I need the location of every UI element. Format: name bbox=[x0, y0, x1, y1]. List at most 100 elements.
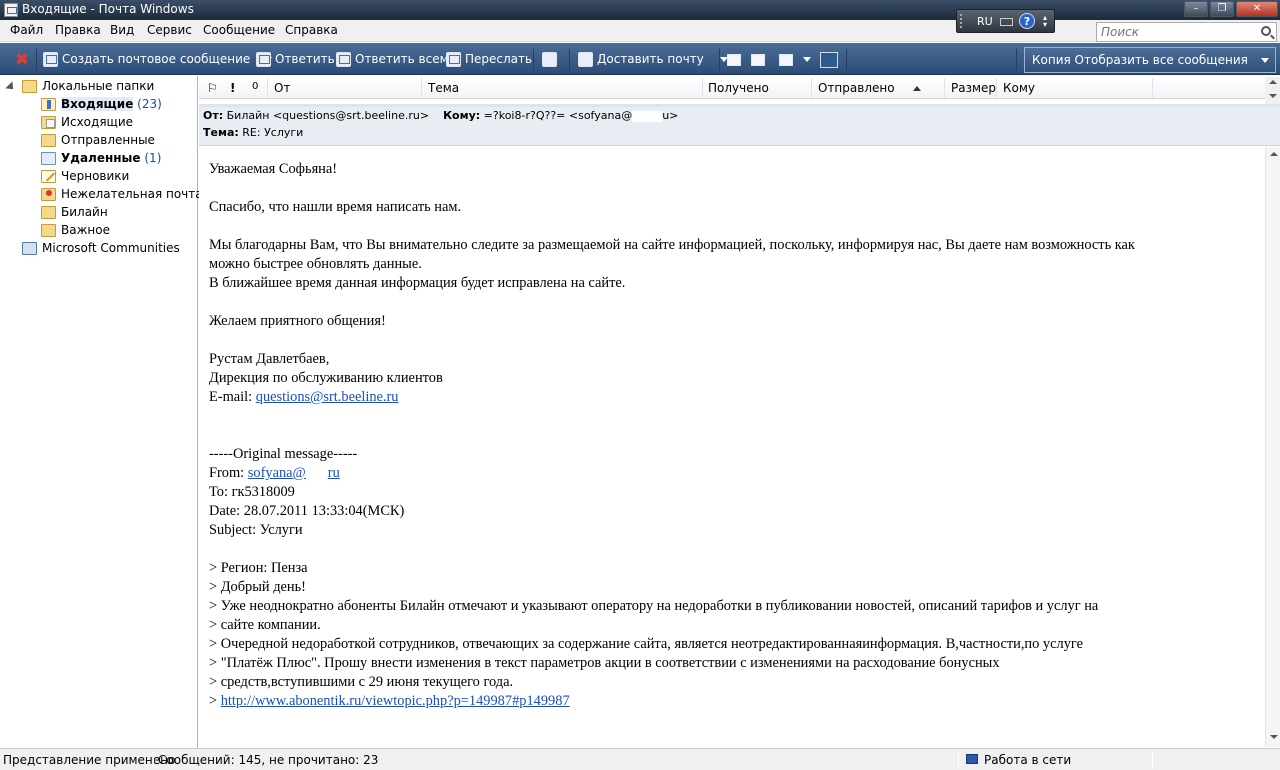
wish-line: Желаем приятного общения! bbox=[209, 313, 386, 329]
menu-view[interactable]: Вид bbox=[110, 23, 134, 37]
column-from[interactable]: От bbox=[274, 81, 290, 95]
column-flag[interactable]: ⚐ bbox=[207, 81, 218, 95]
message-body: Уважаемая Софьяна! Спасибо, что нашли вр… bbox=[199, 147, 1265, 747]
search-input[interactable] bbox=[1097, 23, 1247, 41]
body-line: Мы благодарны Вам, что Вы внимательно сл… bbox=[209, 237, 1135, 253]
quote-line: > средств,вступившими с 29 июня текущего… bbox=[209, 674, 514, 690]
delete-icon[interactable]: ✖ bbox=[14, 52, 30, 69]
folder-label: Локальные папки bbox=[42, 79, 155, 93]
reply-button[interactable]: Ответить bbox=[256, 47, 335, 71]
to-value-end[interactable]: u> bbox=[662, 109, 678, 122]
folder-label: Microsoft Communities bbox=[42, 241, 180, 255]
column-received[interactable]: Получено bbox=[708, 81, 769, 95]
language-bar[interactable]: RU ? ▴ ▾ bbox=[956, 9, 1055, 33]
chevron-down-icon[interactable] bbox=[1261, 58, 1269, 63]
deliver-mail-button[interactable]: Доставить почту bbox=[578, 47, 728, 71]
from-label: От: bbox=[203, 109, 224, 122]
print-icon bbox=[542, 52, 557, 67]
scroll-down-icon[interactable] bbox=[1270, 735, 1278, 739]
message-list-scrollbar[interactable] bbox=[1265, 77, 1280, 104]
column-priority[interactable]: ! bbox=[230, 81, 235, 95]
folder-label: Билайн bbox=[61, 205, 108, 219]
options-icon[interactable]: ▴ ▾ bbox=[1043, 14, 1047, 29]
scroll-down-icon[interactable] bbox=[1269, 94, 1277, 98]
folder-communities[interactable]: Microsoft Communities bbox=[22, 239, 180, 257]
menu-help[interactable]: Справка bbox=[285, 23, 338, 37]
original-from-start: sofyana@ bbox=[247, 465, 306, 481]
create-message-button[interactable]: Создать почтовое сообщение bbox=[43, 47, 273, 71]
original-from-end: ru bbox=[327, 465, 340, 481]
forward-button[interactable]: Переслать bbox=[446, 47, 532, 71]
quote-link-prefix: > bbox=[209, 693, 221, 709]
scroll-up-icon[interactable] bbox=[1270, 152, 1278, 156]
calendar-icon[interactable] bbox=[751, 54, 765, 66]
folder-label: Входящие bbox=[61, 97, 134, 111]
redacted-block bbox=[632, 110, 663, 122]
layout-icon[interactable] bbox=[820, 52, 838, 68]
thanks-line: Спасибо, что нашли время написать нам. bbox=[209, 199, 462, 215]
chevron-down-icon[interactable] bbox=[803, 57, 811, 62]
search-box[interactable] bbox=[1096, 22, 1277, 42]
column-to[interactable]: Кому bbox=[1003, 81, 1035, 95]
folder-pane: Локальные папки Входящие (23) Исходящие … bbox=[0, 76, 203, 748]
signature-email-link[interactable]: questions@srt.beeline.ru bbox=[256, 389, 399, 405]
status-bar: Представление применено Сообщений: 145, … bbox=[0, 748, 1280, 770]
column-attachment[interactable]: 0 bbox=[252, 81, 258, 95]
address-book-icon[interactable] bbox=[727, 54, 741, 66]
folder-label: Нежелательная почта bbox=[61, 187, 203, 201]
to-value-start[interactable]: =?koi8-r?Q??= <sofyana@ bbox=[484, 109, 633, 122]
message-body-scrollbar[interactable] bbox=[1265, 147, 1280, 747]
folder-icon bbox=[41, 206, 56, 219]
folder-icon bbox=[22, 80, 37, 93]
close-button[interactable]: ✕ bbox=[1236, 1, 1278, 17]
column-separator bbox=[1152, 78, 1153, 98]
scroll-up-icon[interactable] bbox=[1269, 80, 1277, 84]
original-date-line: Date: 28.07.2011 13:33:04(МСК) bbox=[209, 503, 405, 519]
help-icon[interactable]: ? bbox=[1019, 13, 1035, 29]
language-indicator[interactable]: RU bbox=[977, 15, 993, 28]
contacts-icon[interactable] bbox=[779, 54, 793, 66]
unread-count: (23) bbox=[137, 97, 162, 111]
menu-tools[interactable]: Сервис bbox=[147, 23, 192, 37]
view-filter-select[interactable]: Копия Отобразить все сообщения bbox=[1024, 47, 1276, 73]
keyboard-icon[interactable] bbox=[1000, 18, 1013, 26]
folder-drafts[interactable]: Черновики bbox=[41, 167, 129, 185]
original-from-link[interactable]: sofyana@ ru bbox=[248, 465, 340, 481]
menu-bar: Файл Правка Вид Сервис Сообщение Справка bbox=[0, 20, 1280, 42]
column-subject[interactable]: Тема bbox=[428, 81, 459, 95]
column-size[interactable]: Размер bbox=[951, 81, 996, 95]
folder-important[interactable]: Важное bbox=[41, 221, 110, 239]
contacts-dropdown[interactable] bbox=[803, 47, 811, 71]
folder-local[interactable]: Локальные папки bbox=[22, 77, 154, 95]
signature-department: Дирекция по обслуживанию клиентов bbox=[209, 370, 443, 386]
trash-icon bbox=[41, 152, 56, 165]
menu-file[interactable]: Файл bbox=[10, 23, 43, 37]
folder-inbox[interactable]: Входящие (23) bbox=[41, 95, 162, 113]
print-button[interactable] bbox=[542, 47, 561, 71]
minimize-button[interactable]: – bbox=[1184, 1, 1208, 17]
forward-label: Переслать bbox=[465, 52, 533, 66]
folder-outbox[interactable]: Исходящие bbox=[41, 113, 133, 131]
toolbar-separator bbox=[1016, 49, 1017, 71]
quote-line: > Регион: Пенза bbox=[209, 560, 308, 576]
menu-edit[interactable]: Правка bbox=[55, 23, 101, 37]
reply-icon bbox=[256, 52, 271, 67]
maximize-button[interactable]: ❐ bbox=[1210, 1, 1234, 17]
grip-icon[interactable] bbox=[960, 14, 968, 28]
quote-line: > Добрый день! bbox=[209, 579, 306, 595]
inbox-icon bbox=[41, 98, 56, 111]
from-value[interactable]: Билайн <questions@srt.beeline.ru> bbox=[227, 109, 429, 122]
drafts-icon bbox=[41, 170, 56, 183]
folder-beeline[interactable]: Билайн bbox=[41, 203, 108, 221]
folder-sent[interactable]: Отправленные bbox=[41, 131, 155, 149]
folder-junk[interactable]: Нежелательная почта bbox=[41, 185, 203, 203]
expand-arrow-icon[interactable] bbox=[5, 81, 17, 93]
menu-message[interactable]: Сообщение bbox=[203, 23, 275, 37]
column-sent[interactable]: Отправлено bbox=[818, 81, 921, 95]
folder-deleted[interactable]: Удаленные (1) bbox=[41, 149, 161, 167]
status-online: Работа в сети bbox=[984, 753, 1072, 767]
quote-link[interactable]: http://www.abonentik.ru/viewtopic.php?p=… bbox=[221, 693, 570, 709]
search-icon[interactable] bbox=[1261, 26, 1271, 36]
reply-all-button[interactable]: Ответить всем bbox=[336, 47, 449, 71]
deliver-mail-label: Доставить почту bbox=[597, 52, 704, 66]
